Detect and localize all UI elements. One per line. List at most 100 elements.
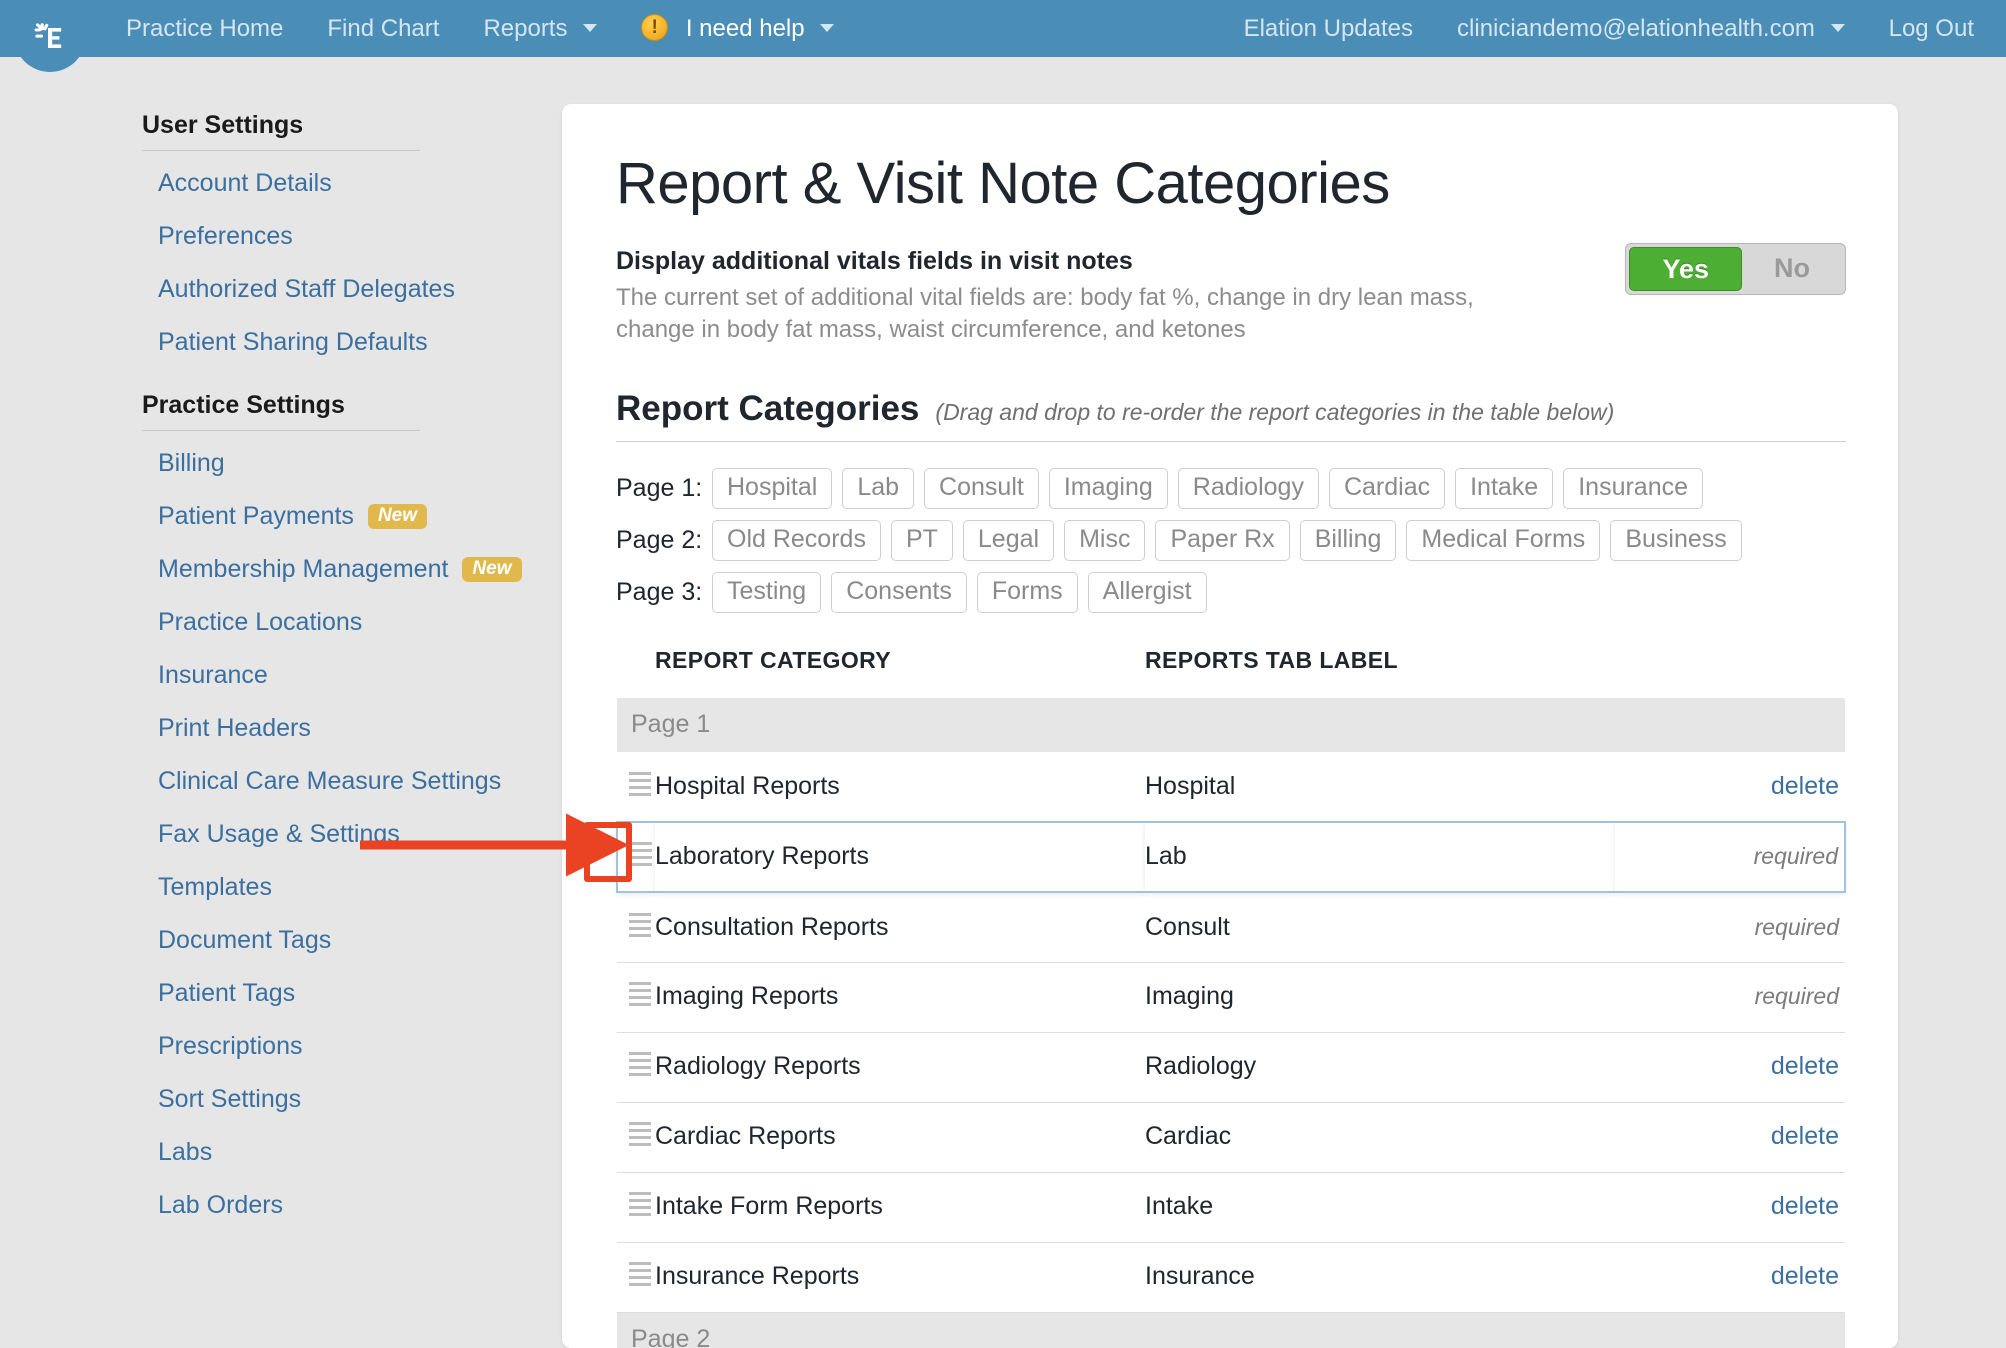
sidebar-item-account-details[interactable]: Account Details <box>0 157 562 210</box>
row-reports-tab-label: Lab <box>1145 821 1615 894</box>
settings-sidebar: User Settings Account Details Preferences A… <box>0 57 562 1348</box>
elation-e-logo-icon[interactable] <box>14 0 86 72</box>
table-row[interactable]: Consultation Reports Consult required <box>617 892 1845 963</box>
report-category-table: REPORT CATEGORY REPORTS TAB LABEL Page 1… <box>616 647 1846 1348</box>
sidebar-item-label: Labs <box>158 1138 213 1166</box>
category-chip[interactable]: Hospital <box>712 468 833 510</box>
sidebar-item-prescriptions[interactable]: Prescriptions <box>0 1020 562 1073</box>
drag-handle-icon[interactable] <box>629 980 651 1007</box>
drag-handle-icon[interactable] <box>629 911 651 937</box>
required-label: required <box>1754 913 1839 940</box>
delete-link[interactable]: delete <box>1771 772 1839 800</box>
nav-item-practice-home[interactable]: Practice Home <box>104 0 305 57</box>
table-row[interactable]: Cardiac Reports Cardiac delete <box>617 1102 1845 1173</box>
drag-handle-icon[interactable] <box>629 1050 651 1077</box>
category-chip[interactable]: Lab <box>842 468 915 510</box>
sidebar-item-insurance[interactable]: Insurance <box>0 649 562 702</box>
row-action-cell[interactable]: delete <box>1615 752 1845 823</box>
vitals-toggle-yes[interactable]: Yes <box>1629 247 1742 292</box>
row-drag-handle-cell[interactable] <box>617 1102 655 1173</box>
category-chip[interactable]: Intake <box>1455 468 1554 510</box>
nav-item-user-account[interactable]: cliniciandemo@elationhealth.com <box>1435 0 1867 57</box>
row-action-cell[interactable]: delete <box>1615 1102 1845 1173</box>
sidebar-item-label: Patient Tags <box>158 979 296 1007</box>
table-header-row: REPORT CATEGORY REPORTS TAB LABEL <box>617 647 1845 698</box>
nav-item-log-out[interactable]: Log Out <box>1867 0 1996 57</box>
required-label: required <box>1754 983 1839 1010</box>
delete-link[interactable]: delete <box>1771 1262 1839 1290</box>
sidebar-item-lab-orders[interactable]: Lab Orders <box>0 1179 562 1232</box>
category-chip[interactable]: Legal <box>962 520 1055 562</box>
sidebar-item-fax-usage-settings[interactable]: Fax Usage & Settings <box>0 808 562 861</box>
sidebar-item-patient-tags[interactable]: Patient Tags <box>0 967 562 1020</box>
row-drag-handle-cell[interactable] <box>617 1172 655 1243</box>
category-chip[interactable]: PT <box>890 520 953 562</box>
page-chip-row: Page 3: Testing Consents Forms Allergist <box>616 572 1846 614</box>
drag-handle-icon[interactable] <box>630 840 652 867</box>
app-logo[interactable] <box>14 0 86 72</box>
sidebar-item-billing[interactable]: Billing <box>0 437 562 490</box>
sidebar-item-preferences[interactable]: Preferences <box>0 210 562 263</box>
table-row[interactable]: Hospital Reports Hospital delete <box>617 752 1845 823</box>
row-drag-handle-cell[interactable] <box>617 962 655 1033</box>
category-chip[interactable]: Consult <box>924 468 1039 510</box>
nav-item-elation-updates[interactable]: Elation Updates <box>1222 0 1435 57</box>
sidebar-item-document-tags[interactable]: Document Tags <box>0 914 562 967</box>
row-drag-handle-cell[interactable] <box>617 1032 655 1103</box>
delete-link[interactable]: delete <box>1771 1122 1839 1150</box>
table-row[interactable]: Insurance Reports Insurance delete <box>617 1242 1845 1313</box>
sidebar-item-patient-payments[interactable]: Patient Payments New <box>0 490 562 543</box>
category-chip[interactable]: Testing <box>712 572 822 614</box>
category-chip[interactable]: Billing <box>1299 520 1397 562</box>
category-chip[interactable]: Misc <box>1064 520 1146 562</box>
drag-handle-icon[interactable] <box>629 1190 651 1217</box>
category-chip[interactable]: Imaging <box>1048 468 1168 510</box>
sidebar-item-membership-management[interactable]: Membership Management New <box>0 543 562 596</box>
sidebar-item-templates[interactable]: Templates <box>0 861 562 914</box>
nav-item-i-need-help[interactable]: ! I need help <box>619 0 856 57</box>
table-row[interactable]: Imaging Reports Imaging required <box>617 962 1845 1033</box>
category-chip[interactable]: Medical Forms <box>1406 520 1601 562</box>
row-drag-handle-cell[interactable] <box>617 752 655 823</box>
category-chip[interactable]: Cardiac <box>1328 468 1446 510</box>
sidebar-item-practice-locations[interactable]: Practice Locations <box>0 596 562 649</box>
sidebar-item-print-headers[interactable]: Print Headers <box>0 702 562 755</box>
delete-link[interactable]: delete <box>1771 1052 1839 1080</box>
sidebar-item-sort-settings[interactable]: Sort Settings <box>0 1073 562 1126</box>
table-group-label: Page 1 <box>617 698 1845 753</box>
sidebar-item-clinical-care-measure-settings[interactable]: Clinical Care Measure Settings <box>0 755 562 808</box>
row-drag-handle-cell[interactable] <box>617 1242 655 1313</box>
nav-label: I need help <box>685 15 805 42</box>
table-row[interactable]: Intake Form Reports Intake delete <box>617 1172 1845 1243</box>
category-chip[interactable]: Consents <box>831 572 967 614</box>
row-action-cell: required <box>1615 892 1845 963</box>
row-action-cell[interactable]: delete <box>1615 1172 1845 1243</box>
category-chip[interactable]: Paper Rx <box>1155 520 1290 562</box>
sidebar-item-label: Sort Settings <box>158 1085 302 1113</box>
row-drag-handle-cell[interactable] <box>617 892 655 963</box>
vitals-toggle[interactable]: Yes No <box>1625 243 1846 296</box>
category-chip[interactable]: Allergist <box>1087 572 1207 614</box>
category-chip[interactable]: Forms <box>976 572 1078 614</box>
category-chip[interactable]: Business <box>1610 520 1742 562</box>
sidebar-item-labs[interactable]: Labs <box>0 1126 562 1179</box>
row-action-cell[interactable]: delete <box>1615 1032 1845 1103</box>
nav-item-find-chart[interactable]: Find Chart <box>305 0 461 57</box>
nav-item-reports[interactable]: Reports <box>461 0 619 57</box>
sidebar-item-label: Account Details <box>158 169 332 197</box>
drag-handle-icon[interactable] <box>629 770 651 796</box>
drag-handle-icon[interactable] <box>629 1120 651 1147</box>
sidebar-item-patient-sharing-defaults[interactable]: Patient Sharing Defaults <box>0 316 562 369</box>
sidebar-item-authorized-staff-delegates[interactable]: Authorized Staff Delegates <box>0 263 562 316</box>
row-action-cell[interactable]: delete <box>1615 1242 1845 1313</box>
category-chip[interactable]: Old Records <box>712 520 881 562</box>
category-chip[interactable]: Insurance <box>1563 468 1704 510</box>
drag-handle-icon[interactable] <box>629 1260 651 1287</box>
sidebar-item-label: Patient Sharing Defaults <box>158 328 428 356</box>
delete-link[interactable]: delete <box>1771 1192 1839 1220</box>
table-row[interactable]: Radiology Reports Radiology delete <box>617 1032 1845 1103</box>
vitals-toggle-no[interactable]: No <box>1742 247 1842 291</box>
category-chip[interactable]: Radiology <box>1177 468 1319 510</box>
table-row[interactable]: Laboratory Reports Lab required <box>616 821 1846 894</box>
page-chip-row-label: Page 1: <box>616 474 703 503</box>
